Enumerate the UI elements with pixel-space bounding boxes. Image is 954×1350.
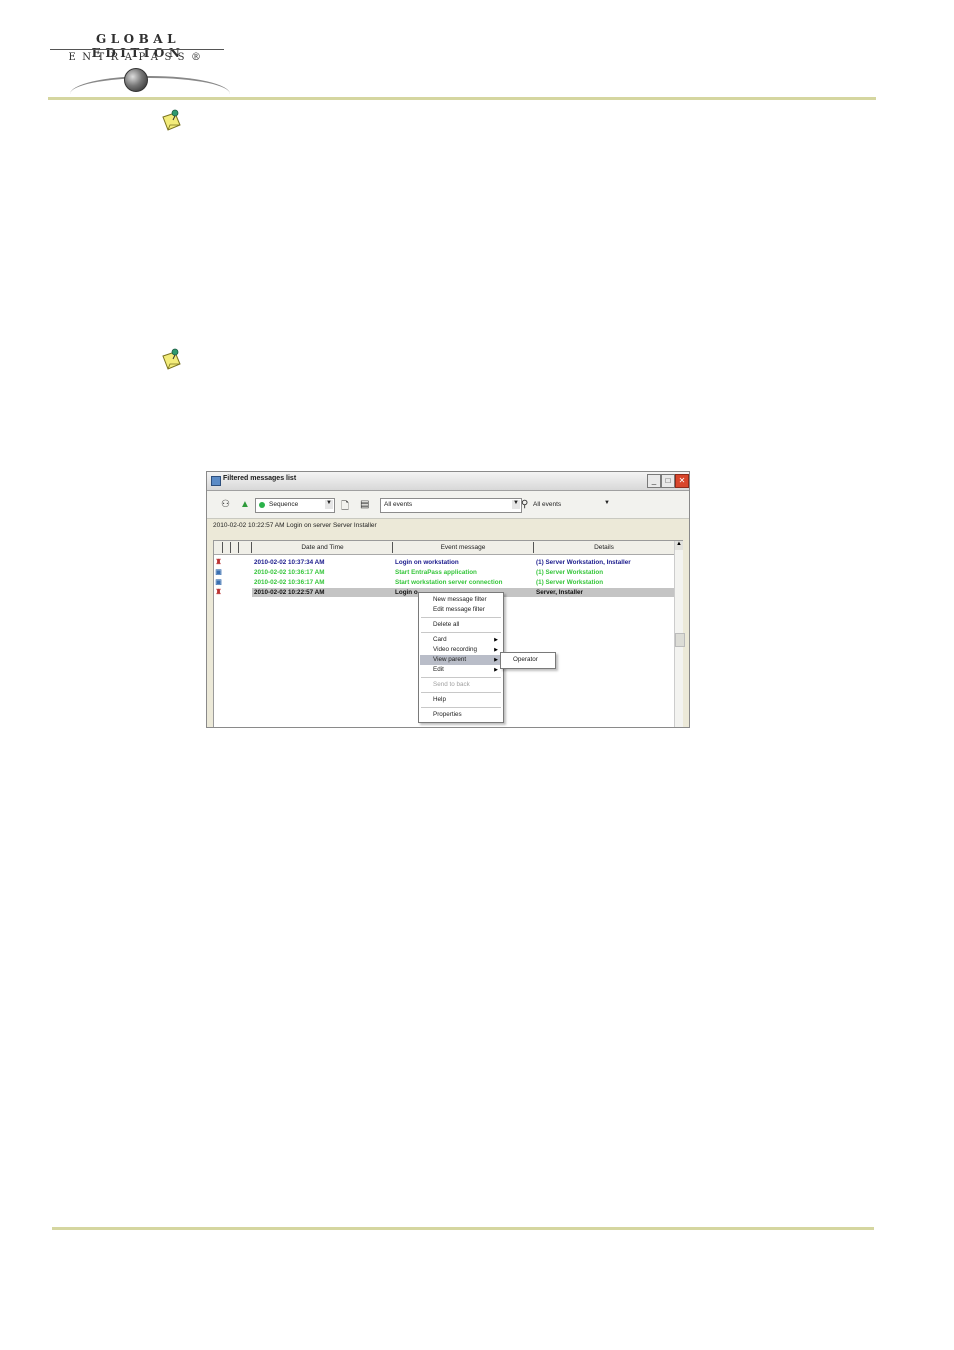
menu-separator — [421, 677, 501, 678]
sort-combo[interactable]: Sequence ▼ — [255, 498, 335, 513]
menu-item-video-recording[interactable]: Video recording — [433, 646, 477, 653]
logo-divider — [50, 49, 224, 50]
row-details: (1) Server Workstation — [536, 579, 604, 586]
new-document-icon[interactable]: 🗋 — [341, 499, 349, 516]
column-separator — [251, 542, 252, 553]
menu-separator — [421, 632, 501, 633]
window-titlebar: Filtered messages list _ □ ✕ — [207, 472, 689, 491]
window-app-icon — [211, 476, 221, 486]
window-title: Filtered messages list — [223, 475, 297, 482]
menu-item-help[interactable]: Help — [433, 696, 446, 703]
menu-separator — [421, 692, 501, 693]
maximize-button[interactable]: □ — [661, 474, 675, 488]
menu-item-delete-all[interactable]: Delete all — [433, 621, 459, 628]
logo-line2: ENTRAPASS® — [68, 52, 208, 63]
window-toolbar: ⚇ ▲ Sequence ▼ 🗋 ▤ All events ▼ ⚲ All ev… — [207, 491, 689, 519]
column-separator — [230, 542, 231, 553]
workstation-icon: ▣ — [215, 579, 222, 586]
row-event: Login on workstation — [395, 559, 459, 566]
column-separator — [392, 542, 393, 553]
row-date: 2010-02-02 10:36:17 AM — [254, 579, 325, 586]
grid-header: Date and Time Event message Details — [214, 541, 674, 555]
logo-sphere — [124, 68, 148, 92]
operator-icon: ♜ — [215, 589, 222, 596]
sort-combo-value: Sequence — [269, 501, 299, 508]
selected-message-info: 2010-02-02 10:22:57 AM Login on server S… — [213, 522, 377, 529]
events-combo[interactable]: All events ▼ — [529, 498, 613, 513]
row-event: Login o — [395, 589, 418, 596]
row-date: 2010-02-02 10:36:17 AM — [254, 569, 325, 576]
row-details: (1) Server Workstation — [536, 569, 604, 576]
menu-item-properties[interactable]: Properties — [433, 711, 462, 718]
menu-item-new-message-filter[interactable]: New message filter — [433, 596, 487, 603]
workstation-icon: ▣ — [215, 569, 222, 576]
submenu-arrow-icon: ▶ — [494, 667, 498, 673]
up-arrow-icon[interactable]: ▲ — [240, 499, 250, 510]
filter-combo-value: All events — [384, 501, 413, 508]
column-separator — [238, 542, 239, 553]
binoculars-icon[interactable]: ⚇ — [221, 499, 230, 510]
menu-separator — [421, 617, 501, 618]
note-pin-icon — [162, 109, 181, 131]
minimize-button[interactable]: _ — [647, 474, 661, 488]
table-row[interactable]: ▣ 2010-02-02 10:36:17 AM Start workstati… — [214, 578, 674, 588]
context-menu: New message filter Edit message filter D… — [418, 592, 504, 723]
row-details: (1) Server Workstation, Installer — [536, 559, 631, 566]
scroll-up-icon[interactable]: ▲ — [675, 541, 683, 550]
menu-item-card[interactable]: Card — [433, 636, 447, 643]
operator-icon: ♜ — [215, 559, 222, 566]
scroll-thumb[interactable] — [675, 633, 685, 647]
menu-item-view-parent[interactable]: View parent — [433, 656, 466, 663]
logo-swoosh — [70, 76, 230, 112]
close-button[interactable]: ✕ — [675, 474, 689, 488]
vertical-scrollbar[interactable]: ▲ — [674, 541, 685, 727]
note-pin-icon — [162, 348, 181, 370]
events-combo-value: All events — [533, 501, 562, 508]
table-row[interactable]: ▣ 2010-02-02 10:36:17 AM Start EntraPass… — [214, 568, 674, 578]
column-separator — [222, 542, 223, 553]
submenu-item-operator[interactable]: Operator — [513, 656, 538, 663]
menu-item-edit-message-filter[interactable]: Edit message filter — [433, 606, 485, 613]
menu-item-send-to-back[interactable]: Send to back — [433, 681, 470, 688]
submenu-arrow-icon: ▶ — [494, 657, 498, 663]
row-details: Server, Installer — [536, 589, 583, 596]
column-header-details[interactable]: Details — [536, 544, 672, 551]
chevron-down-icon: ▼ — [512, 500, 520, 509]
table-row[interactable]: ♜ 2010-02-02 10:37:34 AM Login on workst… — [214, 558, 674, 568]
column-header-date[interactable]: Date and Time — [254, 544, 391, 551]
green-dot-icon — [259, 502, 265, 508]
events-filter-icon: ⚲ — [521, 499, 529, 510]
submenu-arrow-icon: ▶ — [494, 637, 498, 643]
view-parent-submenu: Operator — [500, 652, 556, 669]
entrapass-logo: GLOBAL EDITION ENTRAPASS® — [48, 30, 236, 102]
chevron-down-icon: ▼ — [604, 500, 610, 506]
chevron-down-icon: ▼ — [325, 500, 333, 509]
submenu-arrow-icon: ▶ — [494, 647, 498, 653]
footer-rule — [52, 1227, 874, 1230]
column-separator — [533, 542, 534, 553]
row-event: Start EntraPass application — [395, 569, 477, 576]
column-header-event[interactable]: Event message — [394, 544, 532, 551]
row-date: 2010-02-02 10:22:57 AM — [254, 589, 325, 596]
row-event: Start workstation server connection — [395, 579, 503, 586]
header-rule — [48, 97, 876, 100]
layout-icon[interactable]: ▤ — [360, 499, 369, 510]
menu-item-edit[interactable]: Edit — [433, 666, 444, 673]
filter-combo[interactable]: All events ▼ — [380, 498, 522, 513]
row-date: 2010-02-02 10:37:34 AM — [254, 559, 325, 566]
menu-separator — [421, 707, 501, 708]
